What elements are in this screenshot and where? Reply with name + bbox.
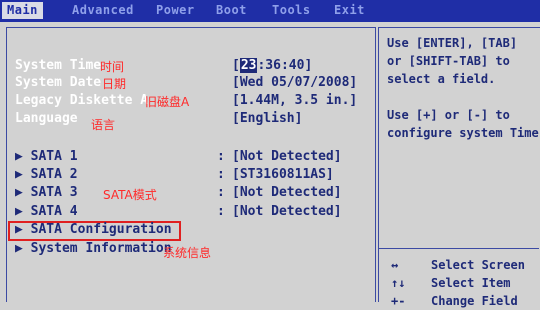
sata-1-label: SATA 1: [30, 149, 78, 164]
system-date-label: System Date: [15, 75, 102, 90]
system-time-rest: :36:40]: [257, 58, 313, 73]
tab-tools[interactable]: Tools: [272, 2, 311, 19]
select-screen-desc: Select Screen: [431, 258, 525, 272]
arrow-right-icon: ▶: [15, 185, 23, 200]
legacy-diskette-note: 旧磁盘A: [145, 95, 190, 109]
system-date-value-text: [Wed 05/07/2008]: [232, 75, 358, 90]
arrow-right-icon: ▶: [15, 222, 23, 237]
tab-main[interactable]: Main: [2, 2, 43, 19]
sata-4-label: SATA 4: [30, 204, 78, 219]
sata-2-colon: :: [217, 167, 225, 182]
system-time-value[interactable]: [23:36:40]: [232, 58, 312, 73]
sata-1-colon: :: [217, 149, 225, 164]
help-panel: Use [ENTER], [TAB] or [SHIFT-TAB] to sel…: [378, 27, 540, 308]
legacy-diskette-label: Legacy Diskette A: [15, 93, 149, 108]
system-date-value[interactable]: [Wed 05/07/2008]: [232, 75, 357, 90]
sata-3-value: [Not Detected]: [232, 185, 342, 200]
system-date-row[interactable]: System Date: [15, 75, 101, 90]
legacy-diskette-row[interactable]: Legacy Diskette A: [15, 93, 148, 108]
help-line-5: Use [+] or [-] to: [387, 108, 510, 122]
sata-2-label: SATA 2: [30, 167, 78, 182]
system-time-row[interactable]: System Time: [15, 58, 101, 73]
help-line-6: configure system Time: [387, 126, 539, 140]
language-label: Language: [15, 111, 78, 126]
sata-4-colon: :: [217, 204, 225, 219]
help-line-1: Use [ENTER], [TAB]: [387, 36, 518, 50]
help-line-3: select a field.: [387, 72, 496, 86]
sata-3-label: SATA 3: [30, 185, 78, 200]
arrow-right-icon: ▶: [15, 149, 23, 164]
tab-boot[interactable]: Boot: [216, 2, 247, 19]
sata-2-value: [ST3160811AS]: [232, 167, 334, 182]
menu-bar: Main Advanced Power Boot Tools Exit: [0, 0, 540, 22]
tab-power[interactable]: Power: [156, 2, 195, 19]
language-value[interactable]: [English]: [232, 111, 302, 126]
system-information-note: 系统信息: [163, 246, 212, 260]
select-item-key-icon: ↑↓: [391, 276, 406, 290]
arrow-right-icon: ▶: [15, 204, 23, 219]
legacy-diskette-value[interactable]: [1.44M, 3.5 in.]: [232, 93, 357, 108]
sata-1-value: [Not Detected]: [232, 149, 342, 164]
system-time-label: System Time: [15, 58, 102, 73]
sata-2-row[interactable]: ▶ SATA 2: [15, 167, 78, 182]
system-date-note: 日期: [102, 77, 127, 91]
sata-configuration-label: SATA Configuration: [30, 222, 172, 237]
sata-3-row[interactable]: ▶ SATA 3: [15, 185, 78, 200]
system-information-row[interactable]: ▶ System Information: [15, 241, 172, 256]
tab-advanced[interactable]: Advanced: [72, 2, 134, 19]
settings-panel: System Time 时间 [23:36:40] System Date 日期…: [6, 27, 376, 302]
tab-exit[interactable]: Exit: [334, 2, 365, 19]
arrow-right-icon: ▶: [15, 167, 23, 182]
arrow-right-icon: ▶: [15, 241, 23, 256]
select-screen-key-icon: ↔: [391, 258, 399, 272]
system-time-bracket: [: [232, 58, 240, 73]
language-note: 语言: [91, 118, 116, 132]
help-divider: [379, 248, 539, 249]
select-item-desc: Select Item: [431, 276, 511, 290]
system-time-hour[interactable]: 23: [239, 58, 258, 73]
language-row[interactable]: Language: [15, 111, 78, 126]
change-field-key-icon: +-: [391, 294, 406, 308]
sata-4-value: [Not Detected]: [232, 204, 342, 219]
sata-configuration-row[interactable]: ▶ SATA Configuration: [15, 222, 172, 237]
language-value-text: [English]: [232, 111, 303, 126]
sata-4-row[interactable]: ▶ SATA 4: [15, 204, 78, 219]
sata-3-colon: :: [217, 185, 225, 200]
system-information-label: System Information: [30, 241, 172, 256]
change-field-desc: Change Field: [431, 294, 518, 308]
legacy-diskette-value-text: [1.44M, 3.5 in.]: [232, 93, 358, 108]
sata-mode-note: SATA模式: [103, 188, 157, 202]
sata-1-row[interactable]: ▶ SATA 1: [15, 149, 78, 164]
system-time-note: 时间: [100, 60, 125, 74]
help-line-2: or [SHIFT-TAB] to: [387, 54, 510, 68]
